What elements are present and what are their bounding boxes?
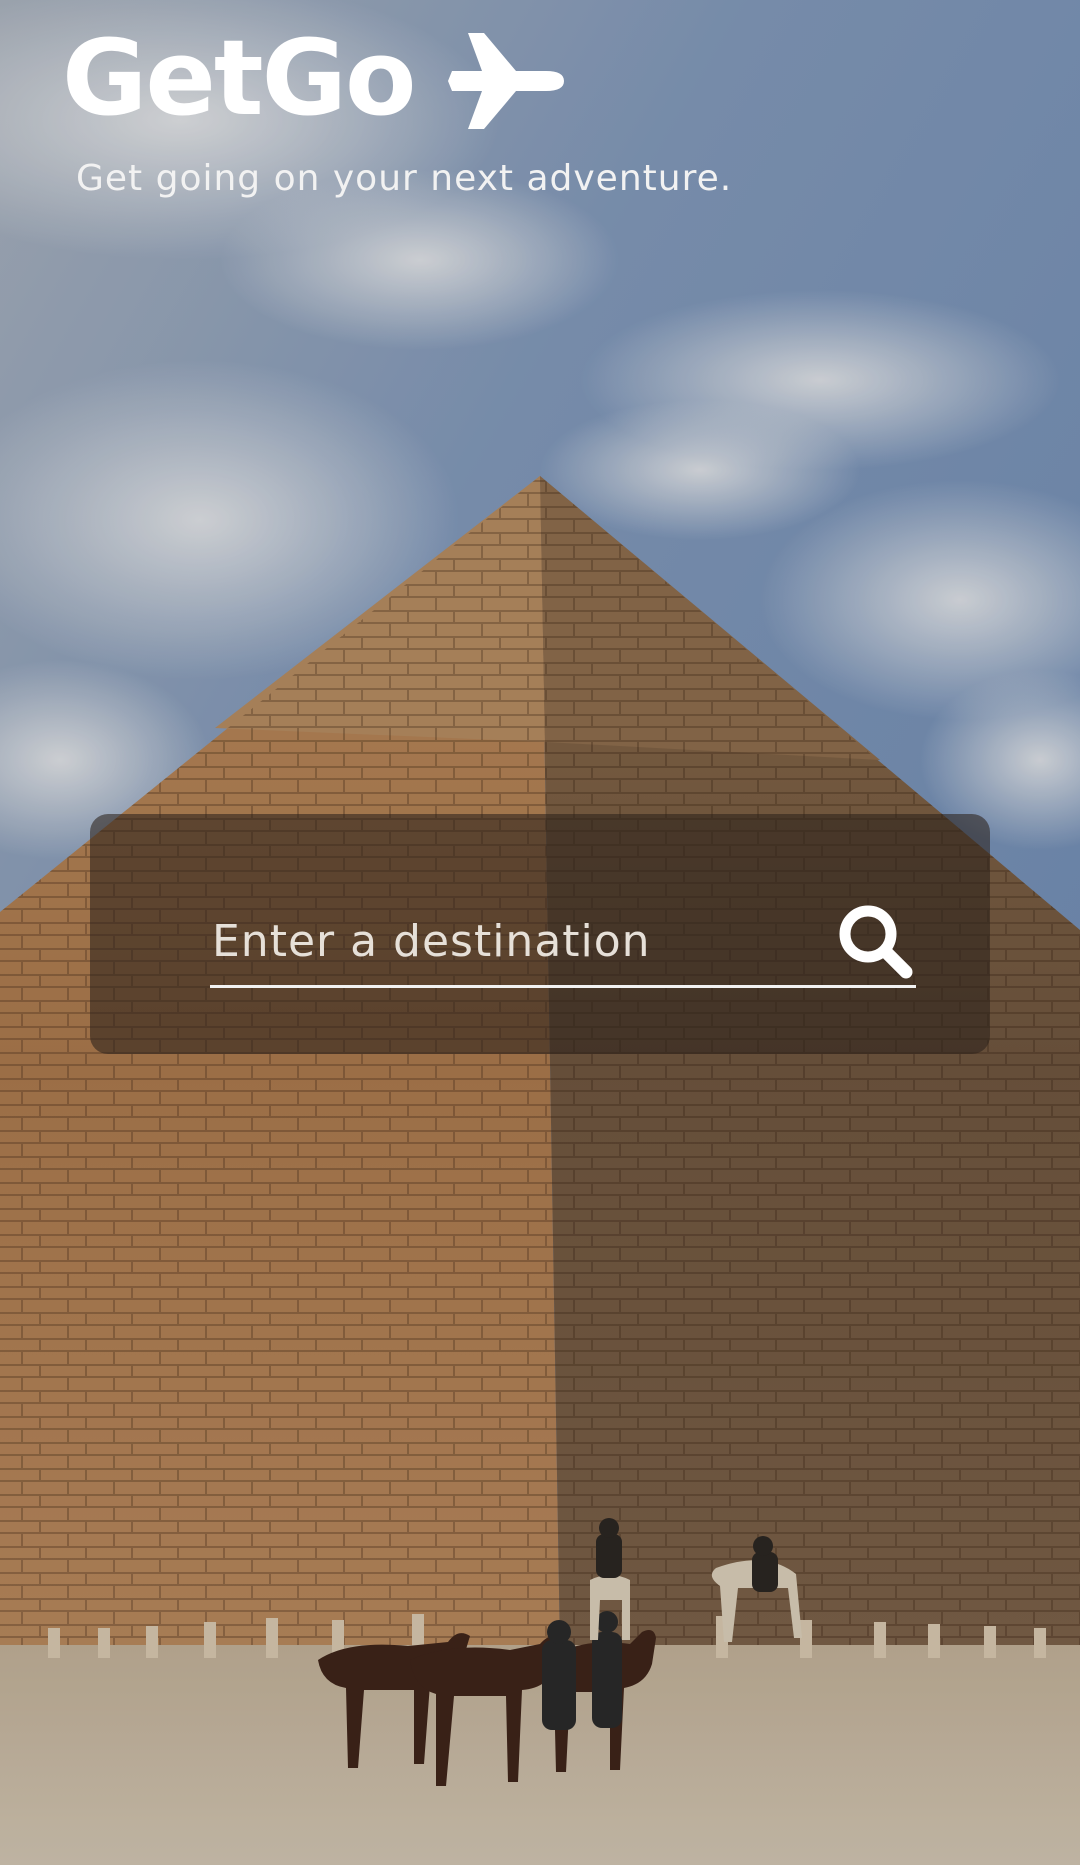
app-header: GetGo Get going on your next adventure. (62, 22, 732, 199)
airplane-icon (448, 31, 565, 131)
tagline: Get going on your next adventure. (76, 158, 733, 199)
brand-row: GetGo (62, 22, 732, 134)
search-panel (90, 814, 990, 1054)
destination-search-input[interactable] (210, 898, 916, 988)
search-icon (830, 905, 920, 989)
search-button[interactable] (830, 896, 920, 986)
brand-logo-text: GetGo (62, 17, 416, 139)
